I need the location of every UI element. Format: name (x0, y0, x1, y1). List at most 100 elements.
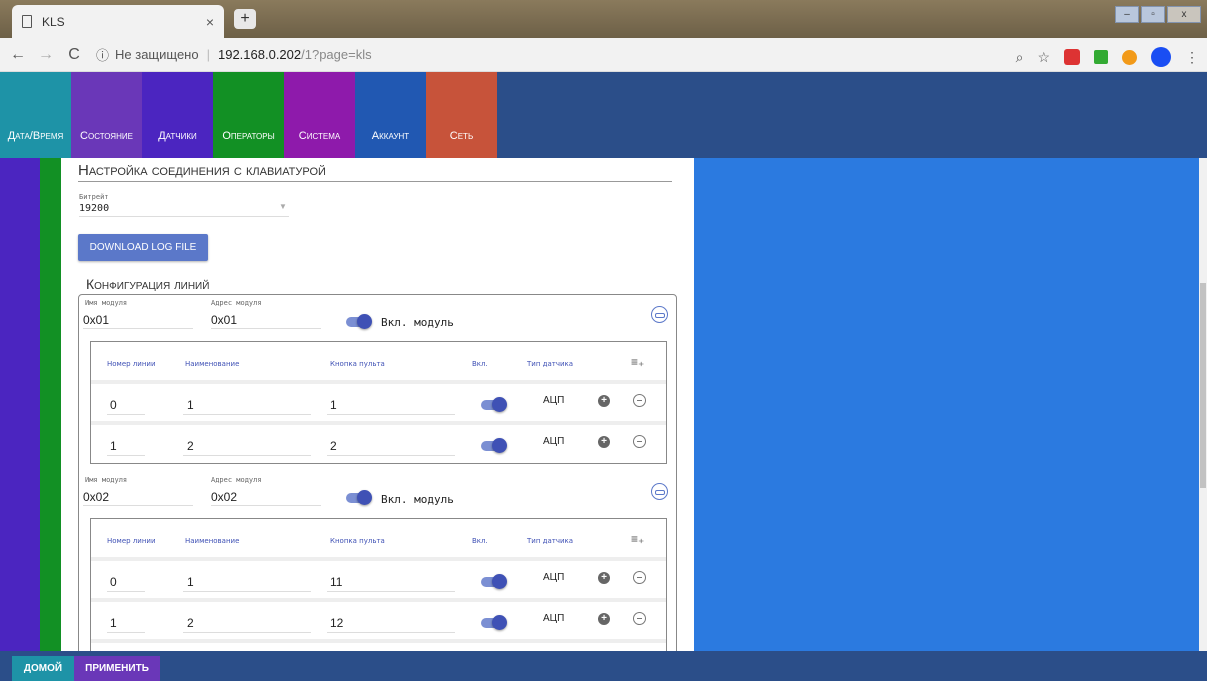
cell-underline (107, 455, 145, 456)
side-strip-purple (0, 158, 40, 651)
profile-avatar[interactable] (1151, 47, 1171, 67)
extension-orange-icon[interactable] (1122, 49, 1137, 65)
module-addr-input[interactable]: 0x01 (211, 313, 237, 327)
info-icon[interactable]: ⓘ (96, 45, 109, 64)
baud-select[interactable]: 19200 (79, 203, 109, 214)
cell-underline (183, 591, 311, 592)
nav-tile[interactable]: Состояние (71, 72, 142, 158)
new-tab-button[interactable]: + (234, 9, 256, 29)
zoom-icon[interactable]: ⌕ (1016, 49, 1024, 66)
cell-underline (107, 632, 145, 633)
remove-line-icon[interactable] (633, 435, 646, 448)
cell-button[interactable]: 1 (330, 398, 337, 412)
nav-tile[interactable]: Аккаунт (355, 72, 426, 158)
remove-line-icon[interactable] (633, 612, 646, 625)
page-icon (22, 15, 32, 28)
col-header-enabled: Вкл. (472, 360, 488, 368)
line-enable-toggle[interactable] (481, 574, 507, 589)
nav-tile-label: Операторы (222, 130, 275, 142)
url-path: /1?page=kls (301, 47, 372, 62)
row-separator (91, 639, 666, 643)
settings-panel: Настройка соединения с клавиатурой Битре… (61, 158, 694, 651)
sensor-type[interactable]: АЦП (543, 613, 564, 624)
module-name-input[interactable]: 0x01 (83, 313, 109, 327)
line-enable-toggle[interactable] (481, 438, 507, 453)
add-circle-icon[interactable]: + (598, 613, 610, 625)
cell-button[interactable]: 11 (330, 575, 342, 589)
browser-menu-icon[interactable]: ⋮ (1185, 49, 1199, 66)
cell-underline (107, 591, 145, 592)
cell-underline (327, 591, 455, 592)
module-addr-input[interactable]: 0x02 (211, 490, 237, 504)
add-line-icon[interactable]: ≡₊ (631, 355, 644, 369)
cell-line-number[interactable]: 1 (110, 439, 117, 453)
nav-tile-label: Система (298, 130, 341, 142)
remove-module-icon[interactable] (651, 483, 668, 500)
module-addr-underline (211, 505, 321, 506)
cell-name[interactable]: 2 (187, 616, 194, 630)
star-icon[interactable]: ☆ (1037, 49, 1050, 66)
reload-icon[interactable]: C (64, 46, 84, 64)
cell-name[interactable]: 1 (187, 575, 194, 589)
cell-underline (183, 414, 311, 415)
remove-line-icon[interactable] (633, 571, 646, 584)
row-separator (91, 598, 666, 602)
module-addr-label: Адрес модуля (211, 299, 262, 307)
cell-line-number[interactable]: 0 (110, 575, 117, 589)
add-circle-icon[interactable]: + (598, 436, 610, 448)
chevron-down-icon[interactable]: ▼ (279, 202, 287, 211)
cell-line-number[interactable]: 1 (110, 616, 117, 630)
col-header-enabled: Вкл. (472, 537, 488, 545)
cell-name[interactable]: 1 (187, 398, 194, 412)
forward-icon[interactable]: → (36, 46, 56, 64)
back-icon[interactable]: ← (8, 46, 28, 64)
add-line-icon[interactable]: ≡₊ (631, 532, 644, 546)
line-enable-toggle[interactable] (481, 397, 507, 412)
col-header-button: Кнопка пульта (330, 537, 385, 545)
extension-green-icon[interactable] (1094, 50, 1108, 64)
apply-button[interactable]: ПРИМЕНИТЬ (74, 656, 160, 681)
nav-tile[interactable]: Дата/Время (0, 72, 71, 158)
browser-tab[interactable]: KLS × (12, 5, 224, 38)
sensor-type[interactable]: АЦП (543, 436, 564, 447)
line-enable-toggle[interactable] (481, 615, 507, 630)
extension-red-icon[interactable] (1064, 49, 1080, 65)
download-log-button[interactable]: DOWNLOAD LOG FILE (78, 234, 208, 261)
cell-underline (107, 414, 145, 415)
tab-title: KLS (42, 14, 65, 29)
maximize-button[interactable]: ▫ (1141, 6, 1165, 23)
add-circle-icon[interactable]: + (598, 395, 610, 407)
remove-line-icon[interactable] (633, 394, 646, 407)
scrollbar-thumb[interactable] (1200, 283, 1206, 488)
row-separator (91, 557, 666, 561)
cell-button[interactable]: 2 (330, 439, 337, 453)
module-name-input[interactable]: 0x02 (83, 490, 109, 504)
bottom-bar: ДОМОЙ ПРИМЕНИТЬ (0, 651, 1207, 681)
address-bar[interactable]: ⓘ Не защищено | 192.168.0.202 /1?page=kl… (96, 45, 372, 64)
sensor-type[interactable]: АЦП (543, 572, 564, 583)
cell-line-number[interactable]: 0 (110, 398, 117, 412)
browser-toolbar: ← → C ⓘ Не защищено | 192.168.0.202 /1?p… (0, 38, 1207, 72)
add-circle-icon[interactable]: + (598, 572, 610, 584)
col-header-button: Кнопка пульта (330, 360, 385, 368)
nav-tile[interactable]: Система (284, 72, 355, 158)
sensor-type[interactable]: АЦП (543, 395, 564, 406)
tab-close-icon[interactable]: × (206, 14, 214, 30)
lines-table: Номер линии Наименование Кнопка пульта В… (90, 341, 667, 464)
home-button[interactable]: ДОМОЙ (12, 656, 74, 681)
scrollbar[interactable] (1199, 158, 1207, 651)
module-enable-toggle[interactable] (346, 490, 372, 505)
row-separator (91, 380, 666, 384)
module-enable-toggle[interactable] (346, 314, 372, 329)
cell-button[interactable]: 12 (330, 616, 343, 630)
close-window-button[interactable]: x (1167, 6, 1201, 23)
nav-tile[interactable]: Операторы (213, 72, 284, 158)
nav-tile[interactable]: Сеть (426, 72, 497, 158)
minimize-button[interactable]: – (1115, 6, 1139, 23)
remove-module-icon[interactable] (651, 306, 668, 323)
col-header-line-number: Номер линии (107, 360, 156, 368)
cell-name[interactable]: 2 (187, 439, 194, 453)
nav-tile[interactable]: Датчики (142, 72, 213, 158)
col-header-sensor-type: Тип датчика (527, 360, 574, 368)
cell-underline (327, 455, 455, 456)
